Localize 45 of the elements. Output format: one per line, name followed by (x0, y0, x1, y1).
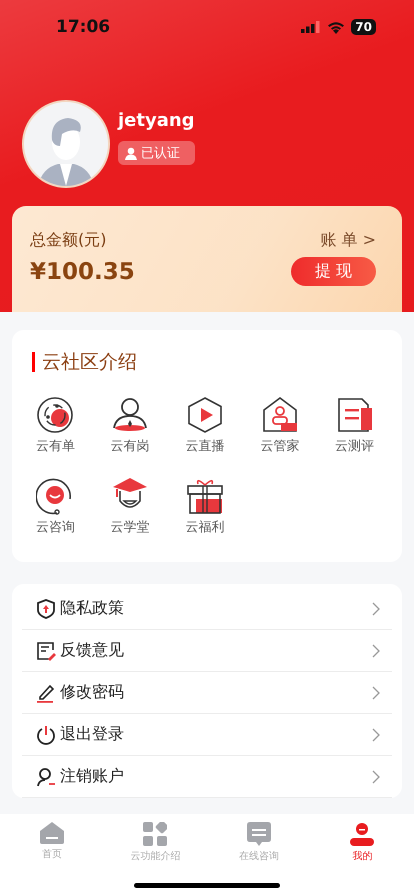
tab-item[interactable]: 我的 (310, 814, 414, 896)
feature-label[interactable]: 云测评 (335, 437, 374, 455)
feature-icon (36, 396, 74, 434)
feature-label[interactable]: 云福利 (185, 518, 224, 536)
verified-badge: 已认证 (118, 141, 195, 165)
feature-icon (111, 396, 150, 434)
balance-label: 总金额(元) (30, 230, 108, 251)
status-time: 17:06 (56, 17, 110, 37)
bill-link[interactable]: 账 单 > (320, 230, 376, 251)
feature-label[interactable]: 云管家 (260, 437, 300, 455)
battery-level: 70 (351, 19, 376, 35)
chat-icon (246, 822, 271, 846)
chevron-icon (372, 686, 380, 700)
section-title: 云社区介绍 (32, 352, 392, 372)
menu-item[interactable]: 修改密码 (60, 682, 368, 703)
chevron-icon (372, 770, 380, 784)
shield-icon (36, 598, 56, 618)
feature-label[interactable]: 云直播 (185, 437, 224, 455)
wifi-icon (327, 20, 346, 34)
feature-label[interactable]: 云学堂 (110, 518, 150, 536)
feature-label[interactable]: 云有岗 (110, 437, 150, 455)
grid-icon (143, 822, 168, 846)
chevron-icon (372, 644, 380, 658)
chevron-icon (372, 602, 380, 616)
feedback-icon (36, 640, 56, 660)
feature-label[interactable]: 云咨询 (36, 518, 75, 536)
menu-item[interactable]: 退出登录 (60, 724, 368, 745)
person-icon (350, 822, 374, 846)
user-remove-icon (36, 766, 56, 786)
menu-item[interactable]: 注销账户 (60, 766, 368, 787)
signal-icon (301, 21, 322, 33)
feature-label[interactable]: 云有单 (36, 437, 75, 455)
feature-icon (186, 396, 224, 434)
power-icon (36, 724, 56, 744)
username: jetyang (118, 110, 195, 131)
feature-icon (260, 396, 299, 434)
withdraw-button[interactable]: 提 现 (290, 257, 376, 286)
home-icon (40, 822, 64, 844)
feature-icon (186, 477, 224, 515)
menu-item[interactable]: 隐私政策 (60, 598, 368, 619)
menu-item[interactable]: 反馈意见 (60, 640, 368, 661)
balance-amount: ¥100.35 (30, 259, 135, 285)
chevron-icon (372, 728, 380, 742)
pencil-icon (36, 682, 56, 702)
feature-icon (336, 396, 374, 434)
